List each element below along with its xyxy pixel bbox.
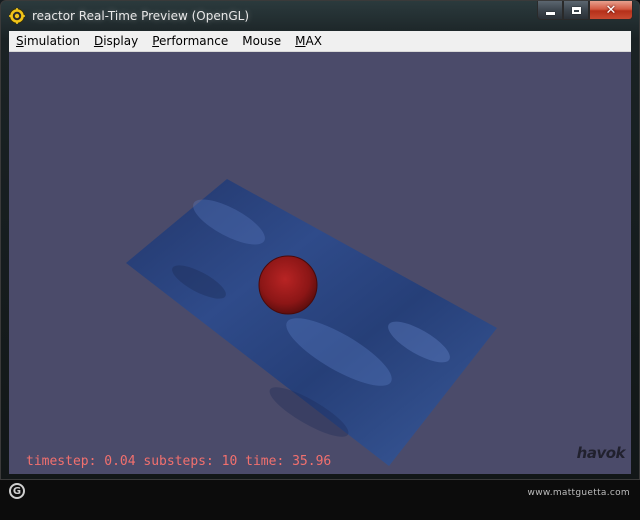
reactor-gear-icon[interactable] <box>9 8 25 24</box>
scene-canvas <box>126 179 497 466</box>
minimize-icon <box>545 11 555 15</box>
close-button[interactable]: ✕ <box>589 1 633 20</box>
red-sphere <box>258 255 318 315</box>
maximize-button[interactable] <box>563 1 589 20</box>
preview-window: reactor Real-Time Preview (OpenGL) ✕ Sim… <box>0 0 640 480</box>
menu-simulation[interactable]: Simulation <box>9 31 87 51</box>
watermark: www.mattguetta.com <box>527 488 630 498</box>
close-icon: ✕ <box>605 2 617 18</box>
g-logo-icon: G <box>9 483 25 499</box>
menu-mnemonic: D <box>93 34 104 48</box>
menu-max[interactable]: MAX <box>288 31 329 51</box>
menu-label: imulation <box>23 34 80 48</box>
menu-performance[interactable]: Performance <box>145 31 235 51</box>
menu-mnemonic: P <box>152 34 159 48</box>
menu-label: AX <box>305 34 322 48</box>
screen: reactor Real-Time Preview (OpenGL) ✕ Sim… <box>0 0 640 520</box>
window-title: reactor Real-Time Preview (OpenGL) <box>32 9 250 23</box>
menu-mouse[interactable]: Mouse <box>235 31 288 51</box>
maximize-icon <box>571 6 581 14</box>
menu-display[interactable]: Display <box>87 31 145 51</box>
menu-label: erformance <box>159 34 229 48</box>
opengl-viewport[interactable]: timestep: 0.04 substeps: 10 time: 35.96 … <box>9 52 631 474</box>
bottom-strip <box>0 480 640 520</box>
menu-label: Mouse <box>242 34 282 48</box>
menu-mnemonic: M <box>295 34 306 48</box>
menu-label: isplay <box>103 34 139 48</box>
havok-logo: havok <box>576 444 626 462</box>
minimize-button[interactable] <box>537 1 563 20</box>
simulation-stats: timestep: 0.04 substeps: 10 time: 35.96 <box>26 454 332 469</box>
caption-buttons: ✕ <box>537 1 633 21</box>
menu-bar: Simulation Display Performance Mouse MAX <box>9 31 631 52</box>
title-bar[interactable]: reactor Real-Time Preview (OpenGL) ✕ <box>1 1 640 31</box>
menu-mnemonic: S <box>16 34 24 48</box>
